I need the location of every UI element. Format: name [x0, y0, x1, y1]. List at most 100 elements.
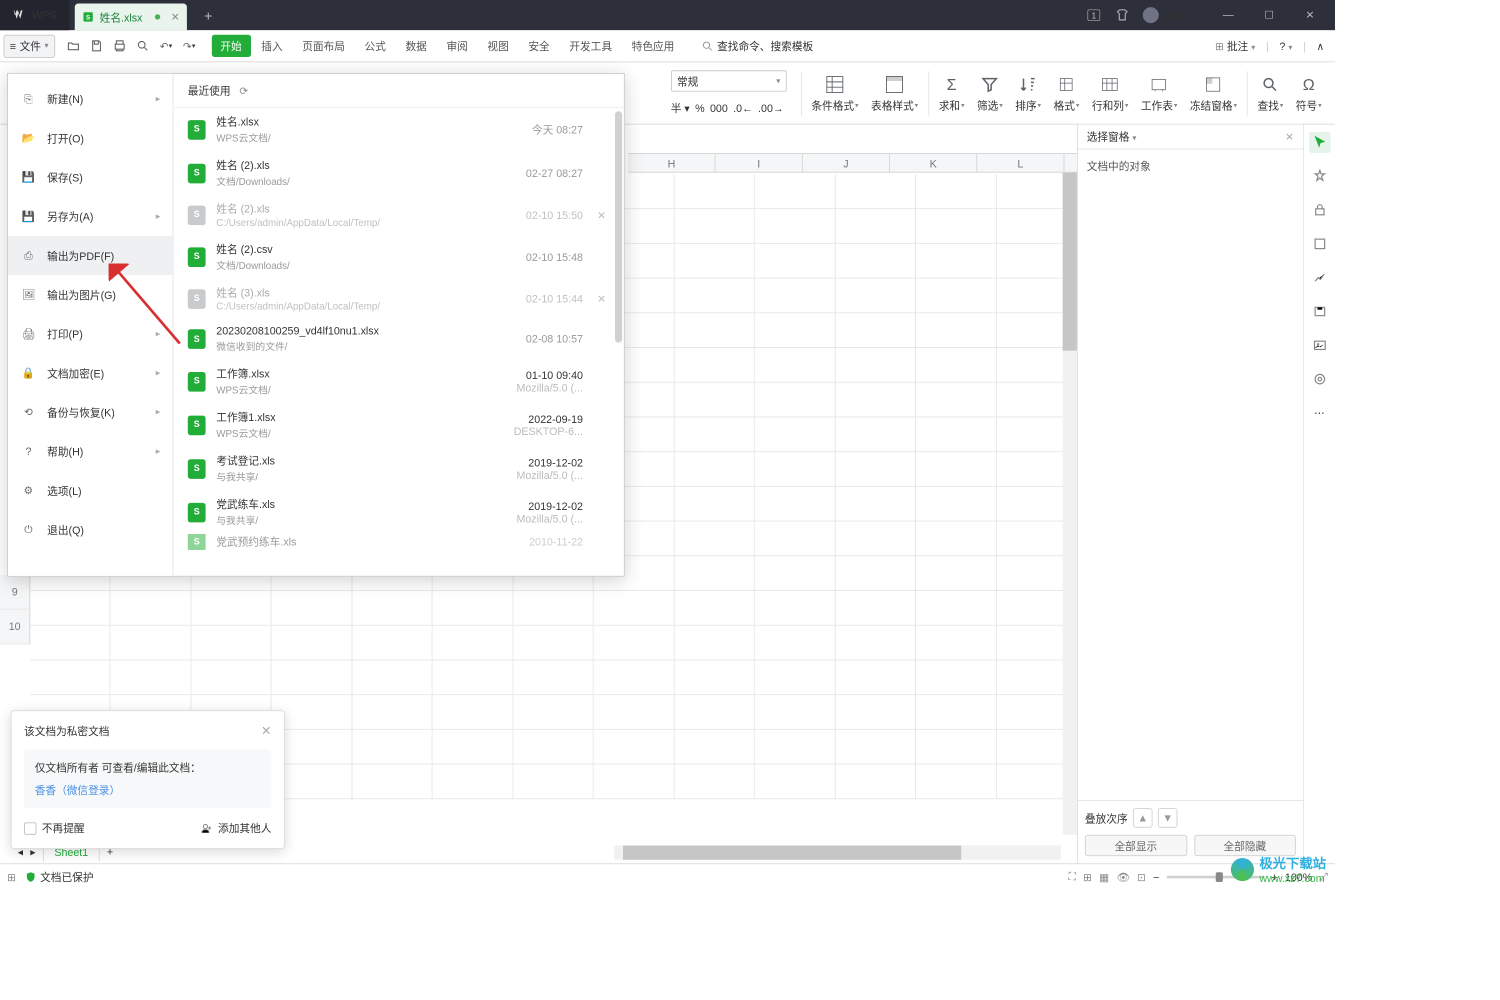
cell[interactable] [352, 695, 433, 730]
cell[interactable] [916, 522, 997, 557]
recent-scrollbar[interactable] [615, 111, 622, 342]
cell[interactable] [916, 174, 997, 209]
cell[interactable] [594, 660, 675, 695]
pane-close-icon[interactable]: ✕ [1285, 130, 1294, 142]
cell[interactable] [916, 487, 997, 522]
qat-preview-icon[interactable] [133, 36, 153, 56]
cell[interactable] [674, 348, 755, 383]
recent-file-row[interactable]: S姓名 (2).xls文档/Downloads/02-27 08:27 [174, 151, 624, 195]
show-all-button[interactable]: 全部显示 [1085, 835, 1187, 856]
scroll-thumb[interactable] [623, 846, 961, 860]
freeze-button[interactable]: 冻结窗格▾ [1184, 70, 1244, 115]
command-search[interactable]: 查找命令、搜索模板 [701, 35, 888, 56]
cell[interactable] [916, 383, 997, 418]
cell[interactable] [835, 348, 916, 383]
cell[interactable] [755, 591, 836, 626]
filter-button[interactable]: 筛选▾ [971, 70, 1009, 115]
cell[interactable] [674, 452, 755, 487]
file-menu-item-1[interactable]: 📂打开(O) [8, 118, 173, 157]
cell[interactable] [674, 487, 755, 522]
thousands-icon[interactable]: 000 [710, 101, 728, 116]
cell[interactable] [352, 660, 433, 695]
file-menu-item-3[interactable]: 💾另存为(A)▸ [8, 197, 173, 236]
cell[interactable] [513, 765, 594, 800]
cell[interactable] [916, 417, 997, 452]
status-pagebreak-icon[interactable]: ▦ [1099, 871, 1109, 883]
sort-button[interactable]: 排序▾ [1009, 70, 1047, 115]
cell[interactable] [674, 522, 755, 557]
vertical-scrollbar[interactable] [1063, 173, 1077, 835]
remove-recent-icon[interactable]: ✕ [594, 292, 610, 304]
tab-security[interactable]: 安全 [519, 35, 558, 57]
cell[interactable] [755, 244, 836, 279]
zoom-thumb[interactable] [1215, 872, 1222, 882]
col-k[interactable]: K [890, 154, 977, 172]
cell[interactable] [835, 626, 916, 661]
recent-file-row[interactable]: S工作簿.xlsxWPS云文档/01-10 09:40Mozilla/5.0 (… [174, 360, 624, 404]
cell[interactable] [594, 695, 675, 730]
cell[interactable] [916, 452, 997, 487]
qat-open-icon[interactable] [64, 36, 84, 56]
cell[interactable] [352, 626, 433, 661]
cell[interactable] [433, 660, 514, 695]
cell[interactable] [835, 279, 916, 314]
popup-close-icon[interactable]: ✕ [261, 724, 271, 739]
rail-more-icon[interactable]: ⋯ [1309, 402, 1330, 423]
file-menu-item-2[interactable]: 💾保存(S) [8, 158, 173, 197]
rail-select-icon[interactable] [1309, 132, 1330, 153]
cell[interactable] [916, 313, 997, 348]
rail-lock-icon[interactable] [1309, 199, 1330, 220]
cell[interactable] [916, 348, 997, 383]
status-grid-icon[interactable]: ⊞ [7, 871, 16, 883]
cell[interactable] [835, 556, 916, 591]
tab-dev[interactable]: 开发工具 [560, 35, 621, 57]
cell[interactable] [272, 626, 353, 661]
cell[interactable] [352, 765, 433, 800]
cell[interactable] [835, 313, 916, 348]
cell[interactable] [30, 626, 111, 661]
cell[interactable] [594, 765, 675, 800]
row-9[interactable]: 9 [0, 575, 29, 610]
cell[interactable] [835, 383, 916, 418]
wps-home-tab[interactable]: WPS [0, 0, 69, 30]
cell[interactable] [755, 626, 836, 661]
move-up-button[interactable]: ▲ [1133, 808, 1153, 828]
cell[interactable] [111, 591, 192, 626]
no-remind-checkbox[interactable]: 不再提醒 [24, 821, 85, 836]
tab-start[interactable]: 开始 [211, 35, 250, 57]
file-menu-item-6[interactable]: 🖨打印(P)▸ [8, 314, 173, 353]
status-focus-icon[interactable]: ⊡ [1137, 871, 1146, 883]
cell[interactable] [674, 591, 755, 626]
cell[interactable] [755, 695, 836, 730]
file-menu-item-4[interactable]: ⎙输出为PDF(F) [8, 236, 173, 275]
cell[interactable] [674, 765, 755, 800]
cell[interactable] [352, 730, 433, 765]
row-10[interactable]: 10 [0, 610, 29, 645]
col-l[interactable]: L [977, 154, 1064, 172]
conditional-format-button[interactable]: 条件格式▾ [805, 70, 865, 115]
tab-view[interactable]: 视图 [479, 35, 518, 57]
cell[interactable] [433, 695, 514, 730]
cell[interactable] [755, 313, 836, 348]
collapse-ribbon-button[interactable]: ∧ [1316, 40, 1324, 52]
cell[interactable] [30, 660, 111, 695]
cell[interactable] [111, 660, 192, 695]
remove-recent-icon[interactable]: ✕ [594, 209, 610, 221]
currency-icon[interactable]: 半 ▾ [671, 101, 690, 116]
column-headers[interactable]: H I J K L [628, 153, 1077, 173]
cell[interactable] [755, 174, 836, 209]
cell[interactable] [674, 626, 755, 661]
cell[interactable] [835, 174, 916, 209]
file-menu-item-7[interactable]: 🔒文档加密(E)▸ [8, 353, 173, 392]
minimize-button[interactable]: — [1209, 1, 1248, 29]
skin-icon[interactable] [1114, 7, 1130, 23]
rail-backup-icon[interactable] [1309, 301, 1330, 322]
cell[interactable] [916, 660, 997, 695]
inc-decimal-icon[interactable]: .0← [733, 101, 753, 116]
badge-1-icon[interactable]: 1 [1086, 7, 1102, 23]
help-button[interactable]: ? ▾ [1279, 40, 1292, 52]
cell[interactable] [513, 660, 594, 695]
user-account[interactable]: 香香 [1143, 7, 1186, 23]
recent-file-row[interactable]: S姓名.xlsxWPS云文档/今天 08:27 [174, 108, 624, 152]
cell[interactable] [916, 209, 997, 244]
